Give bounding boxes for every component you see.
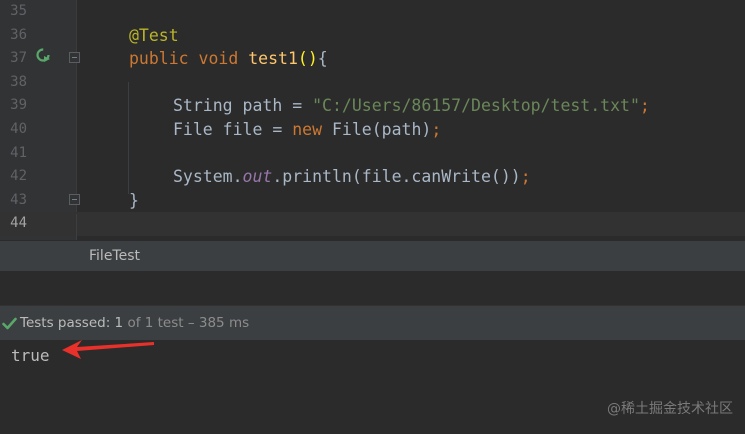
- code-editor[interactable]: 35 36 @Test 37 public void test1(){ 38 3…: [0, 0, 745, 240]
- red-arrow-annotation: [62, 340, 154, 359]
- line-number: 40: [10, 121, 27, 137]
- type-token: String: [173, 96, 233, 116]
- code-line-35[interactable]: 35: [0, 0, 745, 24]
- code-line-43[interactable]: 43 }: [0, 189, 745, 213]
- code-line-37[interactable]: 37 public void test1(){: [0, 47, 745, 71]
- watermark: @稀土掘金技术社区: [607, 401, 733, 417]
- line-number: 42: [10, 168, 27, 185]
- code-text: public void test1(){: [129, 47, 328, 71]
- code-text: File file = new File(path);: [173, 118, 441, 142]
- semicolon-token: ;: [431, 120, 442, 139]
- code-line-39[interactable]: 39 String path = "C:/Users/86157/Desktop…: [0, 94, 745, 118]
- keyword-token: public: [129, 49, 189, 69]
- line-number: 36: [10, 26, 27, 43]
- test-status-bar: Tests passed: 1 of 1 test – 385 ms: [0, 305, 745, 340]
- brace-token: }: [129, 190, 139, 210]
- line-number: 44: [10, 215, 27, 232]
- indent-guide: [128, 82, 129, 194]
- tab-filetest[interactable]: FileTest: [76, 241, 153, 272]
- tests-passed-count: 1: [114, 315, 124, 331]
- method-name-token: test1: [248, 49, 298, 69]
- line-number: 38: [10, 73, 27, 90]
- identifier-token: path =: [242, 96, 303, 116]
- constructor-token: File(path): [331, 120, 432, 139]
- code-text: String path = "C:/Users/86157/Desktop/te…: [173, 94, 650, 118]
- tests-passed-label: Tests passed:: [20, 315, 111, 331]
- code-line-38[interactable]: 38: [0, 71, 745, 95]
- code-text: @Test: [129, 24, 179, 48]
- semicolon-token: ;: [520, 167, 531, 187]
- line-number: 35: [10, 3, 27, 19]
- keyword-token: void: [198, 49, 239, 69]
- code-text: }: [129, 189, 139, 213]
- semicolon-token: ;: [639, 96, 650, 116]
- code-line-44-current[interactable]: 44: [0, 212, 745, 236]
- line-number: 37: [10, 50, 27, 67]
- line-number: 39: [10, 97, 27, 114]
- static-field-token: out: [242, 167, 273, 187]
- run-toolbar-area: [0, 271, 745, 305]
- code-text: System.out.println(file.canWrite());: [173, 165, 531, 189]
- paren-token: ): [307, 49, 318, 69]
- check-icon: [2, 317, 17, 330]
- run-tab-bar: FileTest: [0, 240, 745, 271]
- code-line-42[interactable]: 42 System.out.println(file.canWrite());: [0, 165, 745, 189]
- string-literal-token: "C:/Users/86157/Desktop/test.txt": [312, 96, 640, 116]
- identifier-token: File file =: [173, 120, 283, 139]
- paren-token: (: [297, 49, 308, 69]
- test-status-text: Tests passed: 1 of 1 test – 385 ms: [20, 306, 249, 341]
- code-line-41[interactable]: 41: [0, 142, 745, 166]
- line-number: 43: [10, 191, 27, 208]
- tests-summary: of 1 test – 385 ms: [127, 315, 250, 331]
- line-number: 41: [10, 144, 27, 161]
- method-call-token: .println(file.canWrite()): [272, 167, 521, 187]
- fold-icon[interactable]: [69, 52, 80, 63]
- console-output-text: true: [11, 346, 50, 365]
- fold-icon[interactable]: [69, 194, 80, 205]
- brace-token: {: [317, 49, 328, 69]
- code-line-36[interactable]: 36 @Test: [0, 24, 745, 48]
- indent-guide: [76, 214, 77, 240]
- identifier-token: System.: [173, 167, 243, 187]
- keyword-token: new: [292, 120, 323, 139]
- run-test-icon[interactable]: [35, 47, 53, 65]
- code-line-40[interactable]: 40 File file = new File(path);: [0, 118, 745, 142]
- annotation-token: @Test: [129, 25, 179, 45]
